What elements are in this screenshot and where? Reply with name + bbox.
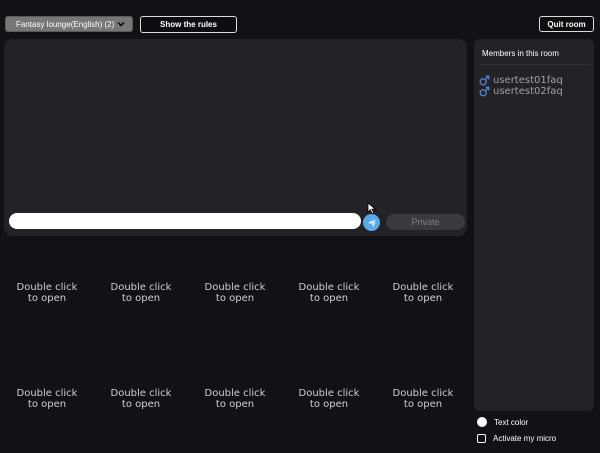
members-divider	[478, 64, 590, 65]
room-select-value: Fantasy lounge(English) (2)	[16, 19, 115, 29]
tile-line2: to open	[121, 399, 161, 410]
activate-micro-checkbox[interactable]	[477, 434, 486, 443]
show-rules-button[interactable]: Show the rules	[140, 16, 237, 33]
chevron-down-icon	[117, 21, 125, 27]
tile-line2: to open	[27, 399, 67, 410]
room-select[interactable]: Fantasy lounge(English) (2)	[5, 16, 133, 32]
send-button[interactable]	[363, 214, 380, 231]
members-panel: Members in this room usertest01faq usert…	[474, 39, 594, 411]
tile-line2: to open	[403, 399, 443, 410]
video-tile[interactable]: Double click to open	[0, 388, 94, 410]
video-tile[interactable]: Double click to open	[94, 388, 188, 410]
member-item[interactable]: usertest02faq	[479, 86, 563, 97]
tile-line1: Double click	[392, 388, 454, 399]
tile-line1: Double click	[298, 388, 360, 399]
video-tile[interactable]: Double click to open	[282, 388, 376, 410]
tile-line1: Double click	[16, 282, 78, 293]
video-tile[interactable]: Double click to open	[188, 282, 282, 304]
member-item[interactable]: usertest01faq	[479, 75, 563, 86]
tile-line2: to open	[27, 293, 67, 304]
tile-line1: Double click	[204, 282, 266, 293]
tile-line2: to open	[309, 399, 349, 410]
male-icon	[479, 75, 490, 86]
activate-micro-label: Activate my micro	[493, 434, 557, 443]
tile-line1: Double click	[16, 388, 78, 399]
tile-line2: to open	[215, 293, 255, 304]
video-tile[interactable]: Double click to open	[282, 282, 376, 304]
video-tile[interactable]: Double click to open	[0, 282, 94, 304]
text-color-option: Text color	[477, 417, 528, 427]
text-color-picker[interactable]	[477, 417, 487, 427]
tile-line2: to open	[121, 293, 161, 304]
video-tile[interactable]: Double click to open	[188, 388, 282, 410]
tile-line2: to open	[309, 293, 349, 304]
tile-line1: Double click	[110, 388, 172, 399]
member-name: usertest01faq	[493, 75, 563, 86]
mouse-cursor-icon	[367, 202, 377, 215]
activate-micro-option: Activate my micro	[477, 434, 556, 443]
text-color-label: Text color	[494, 417, 529, 427]
tile-line1: Double click	[392, 282, 454, 293]
tile-line2: to open	[403, 293, 443, 304]
chat-panel: Private	[4, 39, 467, 236]
members-title: Members in this room	[482, 49, 559, 58]
video-tile[interactable]: Double click to open	[94, 282, 188, 304]
video-tile[interactable]: Double click to open	[376, 388, 470, 410]
tile-line1: Double click	[204, 388, 266, 399]
quit-room-button[interactable]: Quit room	[539, 16, 594, 32]
tile-line2: to open	[215, 399, 255, 410]
tile-line1: Double click	[110, 282, 172, 293]
member-name: usertest02faq	[493, 86, 563, 97]
chat-message-input[interactable]	[9, 213, 361, 229]
tile-line1: Double click	[298, 282, 360, 293]
video-tile[interactable]: Double click to open	[376, 282, 470, 304]
private-button[interactable]: Private	[386, 214, 465, 230]
paper-plane-icon	[367, 218, 376, 227]
male-icon	[479, 86, 490, 97]
